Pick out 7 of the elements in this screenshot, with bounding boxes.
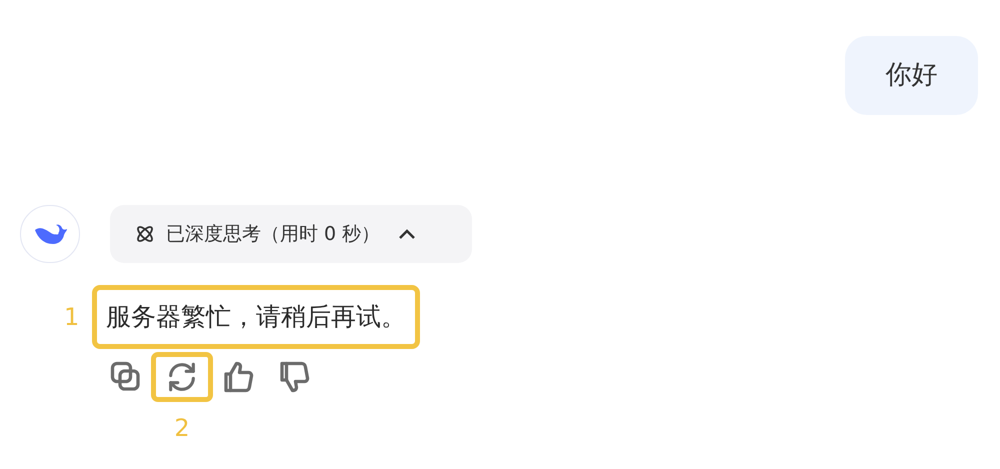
- reply-text: 服务器繁忙，请稍后再试。: [106, 301, 406, 334]
- atom-icon: [134, 223, 156, 245]
- thinking-toggle[interactable]: 已深度思考（用时 0 秒）: [110, 205, 472, 263]
- callout-number: 1: [64, 302, 76, 333]
- chevron-up-icon: [398, 228, 416, 240]
- callout-number: 2: [174, 413, 190, 444]
- user-message-bubble: 你好: [845, 36, 978, 115]
